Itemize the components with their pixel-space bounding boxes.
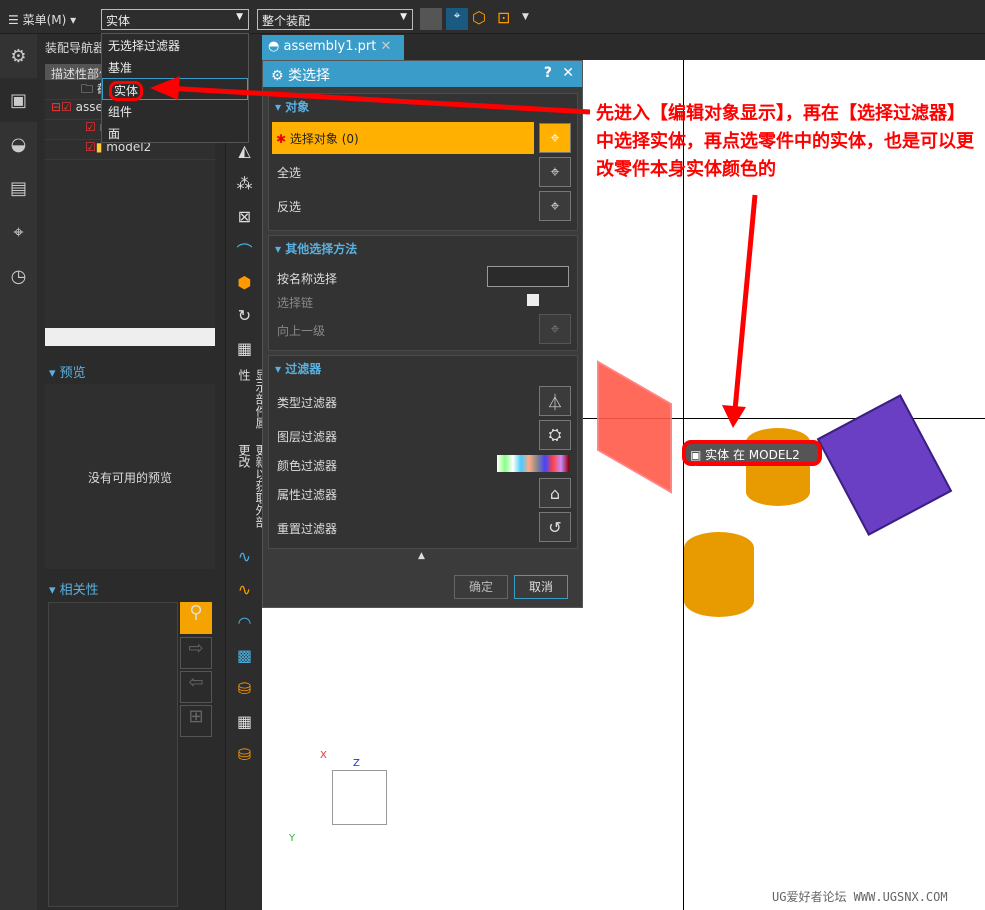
annotation-text: 先进入【编辑对象显示】，再在【选择过滤器】中选择实体，再点选零件中的实体，也是可… bbox=[596, 103, 974, 180]
arrowhead bbox=[150, 76, 180, 100]
arrow-to-solid-option bbox=[164, 85, 591, 115]
arrow-to-tooltip bbox=[732, 194, 758, 411]
arrowhead bbox=[722, 405, 746, 428]
